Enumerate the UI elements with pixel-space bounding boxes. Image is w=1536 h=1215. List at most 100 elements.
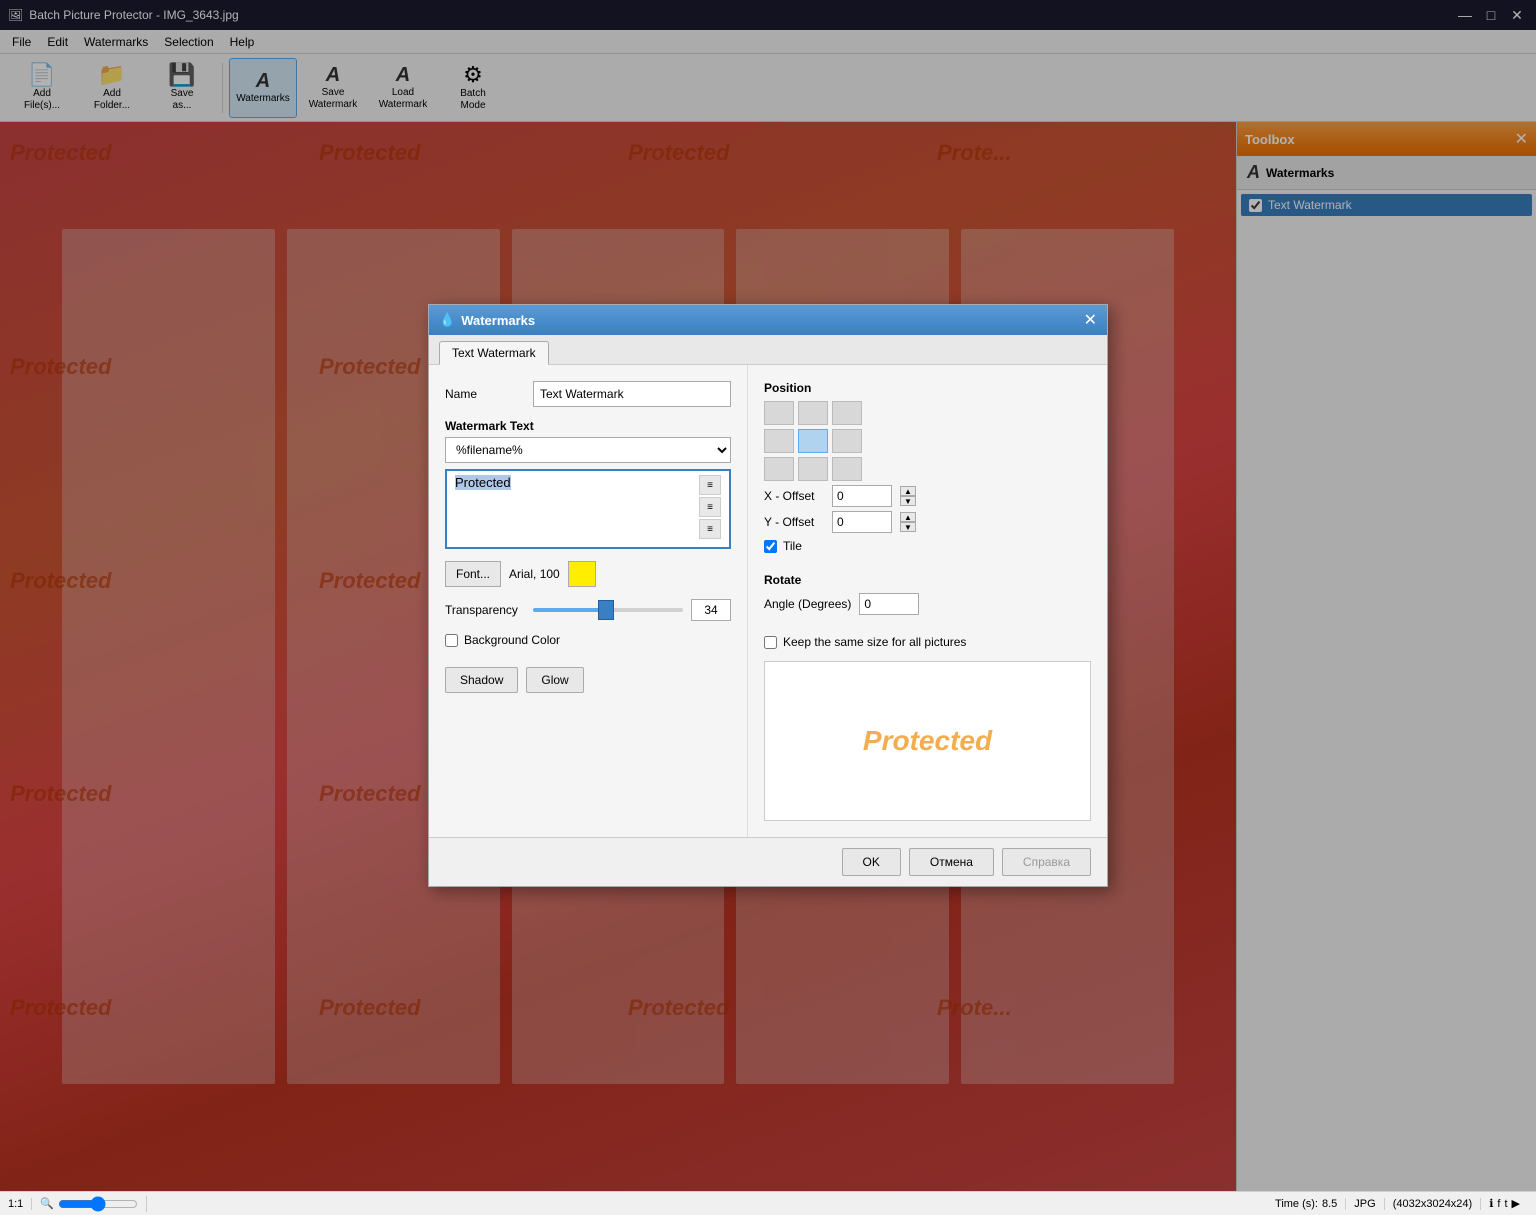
pos-bot-right[interactable] bbox=[832, 457, 862, 481]
text-editor-container: Protected ≡ ≡ ≡ bbox=[445, 469, 731, 549]
watermark-text-dropdown[interactable]: %filename% bbox=[445, 437, 731, 463]
pos-mid-right[interactable] bbox=[832, 429, 862, 453]
position-label: Position bbox=[764, 381, 1091, 395]
modal-left-panel: Name Watermark Text %filename% Protected bbox=[429, 365, 747, 837]
tile-label: Tile bbox=[783, 539, 802, 553]
angle-input[interactable] bbox=[859, 593, 919, 615]
y-offset-down[interactable]: ▼ bbox=[900, 522, 916, 532]
align-left-button[interactable]: ≡ bbox=[699, 475, 721, 495]
angle-label: Angle (Degrees) bbox=[764, 597, 851, 611]
cancel-button[interactable]: Отмена bbox=[909, 848, 994, 876]
zoom-slider-section: 🔍 bbox=[40, 1196, 147, 1212]
modal-content: Name Watermark Text %filename% Protected bbox=[429, 365, 1107, 837]
zoom-out-icon: 🔍 bbox=[40, 1197, 54, 1210]
info-buttons: ℹ f t ▶ bbox=[1489, 1197, 1528, 1210]
y-offset-spinner: ▲ ▼ bbox=[900, 512, 916, 532]
x-offset-spinner: ▲ ▼ bbox=[900, 486, 916, 506]
rotate-label: Rotate bbox=[764, 573, 1091, 587]
modal-icon: 💧 bbox=[439, 312, 455, 328]
modal-footer: OK Отмена Справка bbox=[429, 837, 1107, 886]
pos-top-center[interactable] bbox=[798, 401, 828, 425]
pos-top-right[interactable] bbox=[832, 401, 862, 425]
background-color-checkbox[interactable] bbox=[445, 634, 458, 647]
position-grid bbox=[764, 401, 1091, 481]
keep-size-label: Keep the same size for all pictures bbox=[783, 635, 966, 649]
zoom-section: 1:1 bbox=[8, 1198, 32, 1210]
color-swatch[interactable] bbox=[568, 561, 596, 587]
pos-mid-left[interactable] bbox=[764, 429, 794, 453]
name-label: Name bbox=[445, 387, 525, 401]
slider-thumb[interactable] bbox=[598, 600, 614, 620]
y-offset-up[interactable]: ▲ bbox=[900, 512, 916, 522]
time-section: Time (s): 8.5 bbox=[1275, 1198, 1346, 1210]
time-value: 8.5 bbox=[1322, 1198, 1337, 1210]
help-button[interactable]: Справка bbox=[1002, 848, 1091, 876]
background-color-row: Background Color bbox=[445, 633, 731, 647]
background-color-label: Background Color bbox=[464, 633, 560, 647]
zoom-level: 1:1 bbox=[8, 1198, 23, 1210]
y-offset-label: Y - Offset bbox=[764, 515, 824, 529]
transparency-value-input[interactable] bbox=[691, 599, 731, 621]
text-align-buttons: ≡ ≡ ≡ bbox=[699, 475, 721, 543]
format-section: JPG bbox=[1354, 1198, 1384, 1210]
y-offset-input[interactable] bbox=[832, 511, 892, 533]
twitter-button[interactable]: t bbox=[1504, 1198, 1507, 1210]
tab-text-watermark[interactable]: Text Watermark bbox=[439, 341, 549, 365]
y-offset-row: Y - Offset ▲ ▼ bbox=[764, 511, 1091, 533]
transparency-row: Transparency bbox=[445, 599, 731, 621]
glow-button[interactable]: Glow bbox=[526, 667, 583, 693]
position-grid-row-3 bbox=[764, 457, 1091, 481]
slider-track bbox=[533, 608, 683, 612]
info-button[interactable]: ℹ bbox=[1489, 1197, 1493, 1210]
align-right-button[interactable]: ≡ bbox=[699, 519, 721, 539]
x-offset-up[interactable]: ▲ bbox=[900, 486, 916, 496]
name-input[interactable] bbox=[533, 381, 731, 407]
modal-title: Watermarks bbox=[461, 313, 535, 328]
position-grid-row-2 bbox=[764, 429, 1091, 453]
x-offset-input[interactable] bbox=[832, 485, 892, 507]
text-selection: Protected bbox=[455, 475, 511, 490]
pos-mid-center[interactable] bbox=[798, 429, 828, 453]
keep-size-row: Keep the same size for all pictures bbox=[764, 635, 1091, 649]
x-offset-down[interactable]: ▼ bbox=[900, 496, 916, 506]
keep-size-checkbox[interactable] bbox=[764, 636, 777, 649]
watermark-text-section: Watermark Text %filename% Protected ≡ ≡ bbox=[445, 419, 731, 549]
modal-right-panel: Position bbox=[747, 365, 1107, 837]
preview-text: Protected bbox=[863, 725, 992, 757]
pos-bot-left[interactable] bbox=[764, 457, 794, 481]
watermarks-modal: 💧 Watermarks ✕ Text Watermark Name Water… bbox=[428, 304, 1108, 887]
youtube-button[interactable]: ▶ bbox=[1512, 1197, 1520, 1210]
time-label: Time (s): bbox=[1275, 1198, 1318, 1210]
preview-area: Protected bbox=[764, 661, 1091, 821]
font-row: Font... Arial, 100 bbox=[445, 561, 731, 587]
facebook-button[interactable]: f bbox=[1497, 1198, 1500, 1210]
slider-fill bbox=[533, 608, 601, 612]
font-button[interactable]: Font... bbox=[445, 561, 501, 587]
ok-button[interactable]: OK bbox=[842, 848, 901, 876]
text-editor[interactable]: Protected ≡ ≡ ≡ bbox=[445, 469, 731, 549]
pos-bot-center[interactable] bbox=[798, 457, 828, 481]
name-row: Name bbox=[445, 381, 731, 407]
zoom-slider[interactable] bbox=[58, 1196, 138, 1212]
slider-container[interactable] bbox=[533, 600, 683, 620]
transparency-label: Transparency bbox=[445, 603, 525, 617]
status-bar: 1:1 🔍 Time (s): 8.5 JPG (4032x3024x24) ℹ… bbox=[0, 1191, 1536, 1215]
align-center-button[interactable]: ≡ bbox=[699, 497, 721, 517]
text-editor-content[interactable]: Protected bbox=[455, 475, 695, 543]
modal-tabs: Text Watermark bbox=[429, 335, 1107, 365]
font-info: Arial, 100 bbox=[509, 567, 560, 581]
angle-row: Angle (Degrees) bbox=[764, 593, 1091, 615]
tile-checkbox[interactable] bbox=[764, 540, 777, 553]
modal-overlay: 💧 Watermarks ✕ Text Watermark Name Water… bbox=[0, 0, 1536, 1191]
position-section: Position bbox=[764, 381, 1091, 553]
tile-row: Tile bbox=[764, 539, 1091, 553]
dimensions-section: (4032x3024x24) bbox=[1393, 1198, 1482, 1210]
format-label: JPG bbox=[1354, 1198, 1375, 1210]
shadow-button[interactable]: Shadow bbox=[445, 667, 518, 693]
rotate-section: Rotate Angle (Degrees) bbox=[764, 573, 1091, 615]
x-offset-label: X - Offset bbox=[764, 489, 824, 503]
pos-top-left[interactable] bbox=[764, 401, 794, 425]
x-offset-row: X - Offset ▲ ▼ bbox=[764, 485, 1091, 507]
modal-close-button[interactable]: ✕ bbox=[1084, 310, 1097, 330]
effects-row: Shadow Glow bbox=[445, 667, 731, 693]
